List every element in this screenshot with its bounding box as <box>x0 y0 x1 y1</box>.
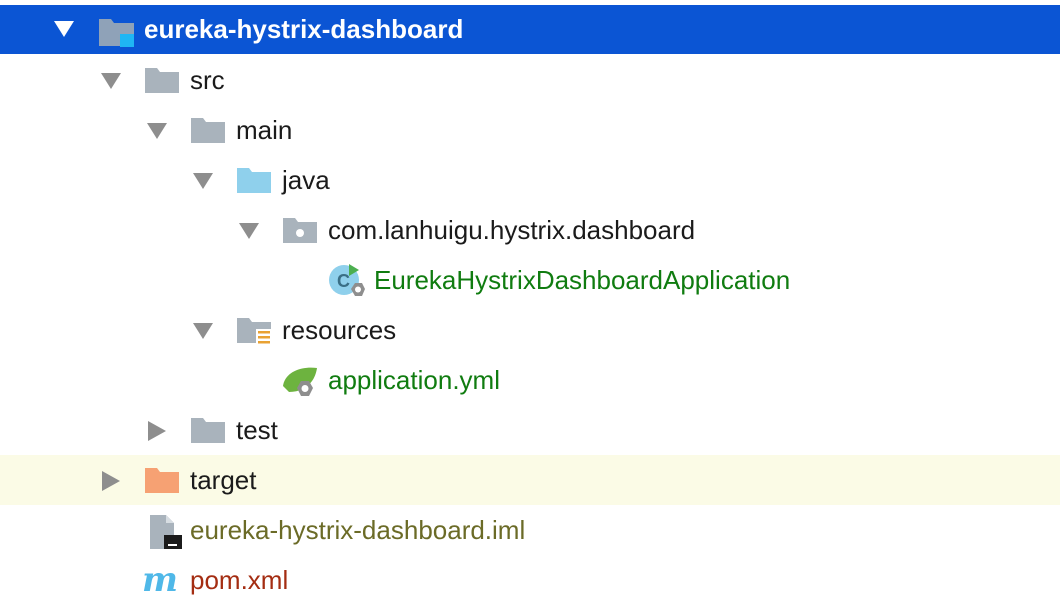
tree-item-label: resources <box>282 315 397 345</box>
tree-item-package[interactable]: com.lanhuigu.hystrix.dashboard <box>0 205 1060 255</box>
tree-root-row[interactable]: eureka-hystrix-dashboard <box>0 5 1060 54</box>
spring-config-file-icon <box>281 364 323 400</box>
excluded-folder-icon <box>144 465 180 495</box>
tree-item-label: eureka-hystrix-dashboard.iml <box>190 515 526 545</box>
folder-icon <box>190 415 226 445</box>
tree-item-application-yml[interactable]: application.yml <box>0 355 1060 405</box>
tree-item-target[interactable]: target <box>0 455 1060 505</box>
tree-item-label: java <box>282 165 330 195</box>
tree-item-label: com.lanhuigu.hystrix.dashboard <box>328 215 696 245</box>
tree-item-label: main <box>236 115 293 145</box>
expand-arrow-icon[interactable] <box>145 120 169 142</box>
tree-item-label: target <box>190 465 257 495</box>
spring-boot-class-icon: C <box>327 262 369 300</box>
project-tree: eureka-hystrix-dashboard src main java c… <box>0 0 1060 606</box>
expand-arrow-icon[interactable] <box>191 170 215 192</box>
collapse-arrow-icon[interactable] <box>99 469 123 493</box>
resources-folder-icon <box>236 315 276 349</box>
folder-icon <box>144 65 180 95</box>
tree-item-main[interactable]: main <box>0 105 1060 155</box>
maven-icon: m <box>142 563 184 599</box>
package-icon <box>282 215 318 245</box>
svg-text:C: C <box>337 271 350 291</box>
tree-item-src[interactable]: src <box>0 55 1060 105</box>
expand-arrow-icon[interactable] <box>99 70 123 92</box>
tree-item-resources[interactable]: resources <box>0 305 1060 355</box>
expand-arrow-icon[interactable] <box>237 220 261 242</box>
svg-text:m: m <box>142 563 178 599</box>
tree-item-label: pom.xml <box>190 565 289 595</box>
tree-root-label: eureka-hystrix-dashboard <box>144 14 464 44</box>
source-folder-icon <box>236 165 272 195</box>
folder-icon <box>190 115 226 145</box>
tree-item-label: src <box>190 65 225 95</box>
tree-item-label: test <box>236 415 278 445</box>
tree-item-pom[interactable]: m pom.xml <box>0 555 1060 605</box>
tree-item-label: EurekaHystrixDashboardApplication <box>374 265 791 295</box>
tree-item-iml[interactable]: eureka-hystrix-dashboard.iml <box>0 505 1060 555</box>
module-folder-icon <box>98 14 136 48</box>
expand-arrow-icon[interactable] <box>191 320 215 342</box>
collapse-arrow-icon[interactable] <box>145 419 169 443</box>
tree-item-java[interactable]: java <box>0 155 1060 205</box>
tree-item-test[interactable]: test <box>0 405 1060 455</box>
iml-file-icon <box>148 513 184 551</box>
tree-item-application-class[interactable]: C EurekaHystrixDashboardApplication <box>0 255 1060 305</box>
tree-item-label: application.yml <box>328 365 500 395</box>
expand-arrow-icon[interactable] <box>52 18 76 40</box>
